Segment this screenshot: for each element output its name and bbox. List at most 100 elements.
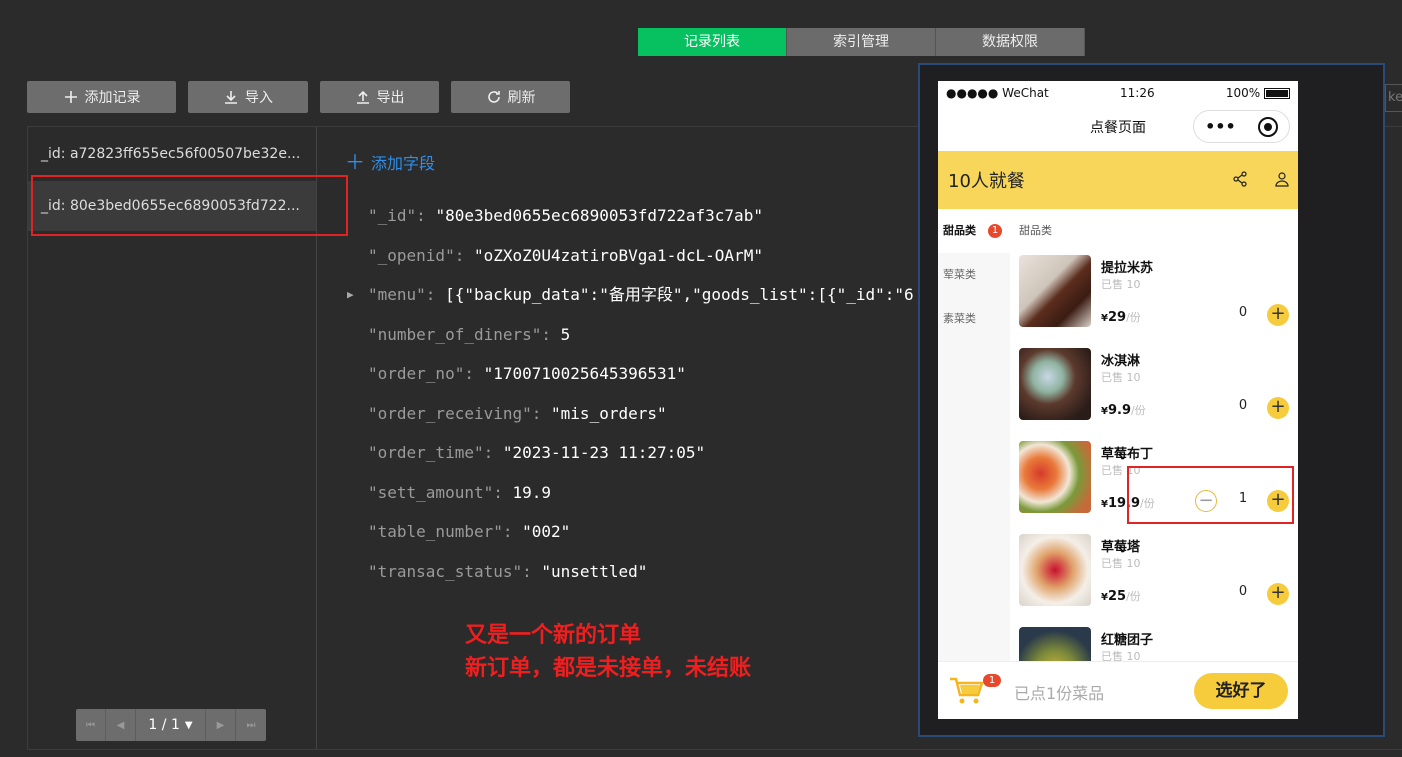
field-key: "table_number"	[368, 522, 503, 541]
field-list: "_id": "80e3bed0655ec6890053fd722af3c7ab…	[347, 196, 914, 591]
field-key: "_id"	[368, 206, 417, 225]
expand-caret-icon[interactable]: ▶	[347, 275, 354, 315]
goods-list: 甜品类 提拉米苏 已售 10 ¥29/份 0 + 冰淇淋 已售 10 ¥9.9/…	[1010, 209, 1298, 699]
toolbar: 添加记录 导入 导出 刷新	[27, 81, 570, 113]
export-label: 导出	[376, 90, 405, 106]
status-bar: ●●●●● WeChat 11:26 100%	[938, 81, 1298, 105]
field-row[interactable]: "sett_amount": 19.9	[347, 473, 914, 513]
add-goods-button[interactable]: +	[1267, 397, 1289, 419]
goods-sold: 已售 10	[1101, 557, 1141, 570]
goods-item: 提拉米苏 已售 10 ¥29/份 0 +	[1019, 255, 1291, 341]
first-page-icon[interactable]: ⏮	[76, 709, 106, 741]
goods-sold: 已售 10	[1101, 371, 1141, 384]
category-meat[interactable]: 荤菜类	[938, 253, 1010, 297]
goods-price: ¥25/份	[1101, 589, 1141, 604]
annotation-line-1: 又是一个新的订单	[465, 623, 642, 648]
nav-bar: 点餐页面 •••	[938, 105, 1298, 151]
goods-quantity: 0	[1238, 305, 1248, 320]
pagination: ⏮ ◀ 1 / 1 ▼ ▶ ⏭	[76, 709, 266, 741]
field-key: "sett_amount"	[368, 482, 494, 502]
prev-page-icon[interactable]: ◀	[106, 709, 136, 741]
field-value: "unsettled"	[541, 561, 648, 581]
field-value: "80e3bed0655ec6890053fd722af3c7ab"	[435, 206, 763, 225]
add-goods-button[interactable]: +	[1267, 304, 1289, 326]
field-row[interactable]: "table_number": "002"	[347, 512, 914, 552]
last-page-icon[interactable]: ⏭	[236, 709, 266, 741]
category-veg[interactable]: 素菜类	[938, 297, 1010, 341]
record-item[interactable]: _id: a72823ff655ec56f00507be32e...	[28, 129, 316, 179]
add-record-label: 添加记录	[84, 90, 141, 106]
field-key: "transac_status"	[368, 561, 523, 581]
goods-name: 草莓塔	[1101, 540, 1141, 555]
menu-area: 甜品类 1 荤菜类 素菜类 甜品类 提拉米苏 已售 10 ¥29/份 0 + 冰淇…	[938, 209, 1298, 699]
field-row[interactable]: "order_time": "2023-11-23 11:27:05"	[347, 433, 914, 473]
category-sidebar: 甜品类 1 荤菜类 素菜类	[938, 209, 1010, 661]
goods-item: 草莓塔 已售 10 ¥25/份 0 +	[1019, 534, 1291, 620]
diners-banner: 10人就餐	[938, 151, 1298, 209]
download-icon	[225, 91, 237, 104]
field-row[interactable]: "_openid": "oZXoZ0U4zatiroBVga1-dcL-OArM…	[347, 236, 914, 276]
cart-summary: 已点1份菜品	[1014, 684, 1105, 703]
goods-name: 冰淇淋	[1101, 354, 1141, 369]
goods-image-tiramisu	[1019, 255, 1091, 327]
field-value: "002"	[522, 522, 571, 541]
goods-quantity: 0	[1238, 584, 1248, 599]
more-icon[interactable]: •••	[1205, 117, 1236, 137]
field-value: "oZXoZ0U4zatiroBVga1-dcL-OArM"	[473, 245, 763, 265]
carrier: ●●●●● WeChat	[946, 86, 1049, 100]
category-dessert[interactable]: 甜品类 1	[938, 209, 1010, 253]
highlight-box-quantity	[1127, 466, 1294, 524]
checkout-button[interactable]: 选好了	[1194, 673, 1288, 709]
next-page-icon[interactable]: ▶	[206, 709, 236, 741]
plus-icon: ＋	[345, 150, 365, 174]
tab-data-permission[interactable]: 数据权限	[936, 28, 1085, 56]
category-badge: 1	[988, 224, 1002, 238]
chevron-down-icon: ▼	[184, 719, 193, 731]
phone-screen: ●●●●● WeChat 11:26 100% 点餐页面 ••• 10人就餐 甜…	[938, 81, 1298, 719]
cart-bar: 1 已点1份菜品 选好了	[938, 661, 1298, 719]
upload-icon	[356, 90, 369, 104]
search-input[interactable]: key	[1385, 84, 1402, 112]
tab-bar: 记录列表 索引管理 数据权限	[638, 28, 1085, 56]
field-value: [{"backup_data":"备用字段","goods_list":[{"_…	[445, 285, 914, 304]
goods-image-strawberry-tart	[1019, 534, 1091, 606]
battery-icon	[1264, 88, 1290, 99]
user-icon[interactable]	[1274, 171, 1290, 187]
export-button[interactable]: 导出	[320, 81, 439, 113]
field-row[interactable]: "order_receiving": "mis_orders"	[347, 394, 914, 434]
goods-image-strawberry-pudding	[1019, 441, 1091, 513]
field-key: "order_time"	[368, 443, 484, 462]
status-time: 11:26	[1120, 86, 1155, 100]
tab-records[interactable]: 记录列表	[638, 28, 787, 56]
highlight-box-record	[31, 175, 348, 236]
field-key: "order_receiving"	[368, 403, 532, 423]
field-value: "mis_orders"	[551, 403, 667, 423]
field-value: "1700710025645396531"	[483, 364, 686, 383]
refresh-button[interactable]: 刷新	[451, 81, 570, 113]
field-key: "_openid"	[368, 245, 455, 265]
share-icon[interactable]	[1232, 171, 1248, 187]
page-value: 1 / 1	[148, 717, 180, 733]
import-button[interactable]: 导入	[188, 81, 308, 113]
add-goods-button[interactable]: +	[1267, 583, 1289, 605]
capsule-menu[interactable]: •••	[1193, 110, 1290, 143]
goods-category-header: 甜品类	[1019, 224, 1052, 237]
page-select[interactable]: 1 / 1 ▼	[136, 709, 206, 741]
cart-icon[interactable]	[948, 675, 984, 705]
add-record-button[interactable]: 添加记录	[27, 81, 176, 113]
goods-sold: 已售 10	[1101, 278, 1141, 291]
import-label: 导入	[245, 90, 273, 106]
field-row[interactable]: "number_of_diners": 5	[347, 315, 914, 355]
close-target-icon[interactable]	[1257, 116, 1278, 137]
tab-index-management[interactable]: 索引管理	[787, 28, 936, 56]
field-row[interactable]: "order_no": "1700710025645396531"	[347, 354, 914, 394]
cart-badge: 1	[983, 674, 1001, 687]
add-field-button[interactable]: ＋ 添加字段	[345, 150, 435, 174]
goods-image-ice-cream	[1019, 348, 1091, 420]
field-row[interactable]: "_id": "80e3bed0655ec6890053fd722af3c7ab…	[347, 196, 914, 236]
field-row[interactable]: ▶ "menu": [{"backup_data":"备用字段","goods_l…	[347, 275, 914, 315]
annotation-line-2: 新订单，都是未接单，未结账	[465, 656, 752, 681]
goods-name: 红糖团子	[1101, 633, 1154, 648]
field-row[interactable]: "transac_status": "unsettled"	[347, 552, 914, 592]
add-field-label: 添加字段	[371, 154, 436, 173]
